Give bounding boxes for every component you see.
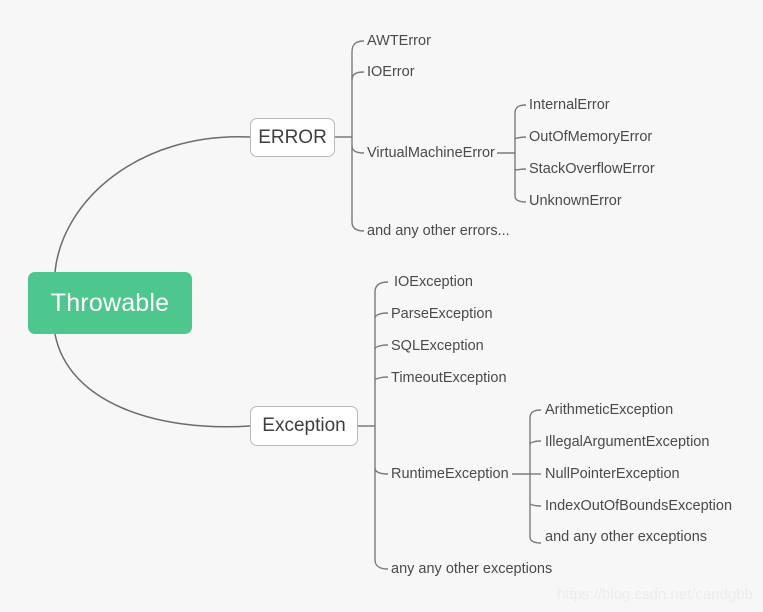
root-node-label: Throwable (50, 288, 170, 317)
leaf-illegalargumentexception[interactable]: IllegalArgumentException (545, 435, 709, 450)
root-node-throwable[interactable]: Throwable (28, 272, 192, 334)
leaf-runtime-and-any-other-exceptions[interactable]: and any other exceptions (545, 530, 707, 545)
branch-node-error-label: ERROR (258, 126, 327, 148)
leaf-timeoutexception[interactable]: TimeoutException (391, 371, 507, 386)
hook-timeoutexception (374, 376, 389, 381)
leaf-unknownerror[interactable]: UnknownError (529, 194, 622, 209)
leaf-runtimeexception[interactable]: RuntimeException (391, 467, 509, 482)
hook-parseexception (374, 312, 389, 319)
branch-node-exception-label: Exception (262, 415, 346, 436)
hook-other-errors (351, 221, 365, 232)
leaf-sqlexception[interactable]: SQLException (391, 339, 484, 354)
connector-root-exception (54, 333, 251, 428)
leaf-arithmeticexception[interactable]: ArithmeticException (545, 403, 673, 418)
hook-unknownerror (514, 195, 527, 203)
leaf-virtualmachineerror[interactable]: VirtualMachineError (367, 146, 495, 161)
hook-virtualmachineerror (351, 145, 365, 154)
leaf-awterror[interactable]: AWTError (367, 34, 431, 49)
hook-sqlexception (374, 344, 389, 350)
hook-ioerror (351, 71, 365, 81)
branch-node-error[interactable]: ERROR (250, 118, 335, 157)
leaf-and-any-other-errors[interactable]: and any other errors... (367, 224, 510, 239)
leaf-indexoutofboundsexception[interactable]: IndexOutOfBoundsException (545, 499, 732, 514)
branch-node-exception[interactable]: Exception (250, 406, 358, 446)
hook-other-exceptions (374, 559, 389, 570)
hook-outofmemoryerror (514, 136, 527, 139)
hook-runtimeexception (374, 467, 389, 475)
hook-internalerror (514, 104, 527, 114)
hook-stackoverflowerror (514, 168, 527, 171)
watermark: https://blog.csdn.net/candgbb (557, 586, 753, 603)
hook-indexoutofboundsexception (529, 503, 542, 507)
leaf-parseexception[interactable]: ParseException (391, 307, 493, 322)
leaf-ioexception[interactable]: IOException (394, 275, 473, 290)
connector-root-error (54, 136, 251, 273)
hook-ioexception (374, 281, 389, 293)
leaf-stackoverflowerror[interactable]: StackOverflowError (529, 162, 655, 177)
hook-arithmeticexception (529, 409, 542, 419)
leaf-ioerror[interactable]: IOError (367, 65, 415, 80)
leaf-internalerror[interactable]: InternalError (529, 98, 610, 113)
hook-illegalargumentexception (529, 440, 542, 445)
leaf-nullpointerexception[interactable]: NullPointerException (545, 467, 680, 482)
leaf-outofmemoryerror[interactable]: OutOfMemoryError (529, 130, 652, 145)
hook-awterror (351, 40, 365, 53)
mindmap-canvas: Throwable ERROR Exception AWTError IOErr… (0, 0, 763, 612)
hook-runtime-other (529, 536, 542, 544)
leaf-any-any-other-exceptions[interactable]: any any other exceptions (391, 562, 552, 577)
